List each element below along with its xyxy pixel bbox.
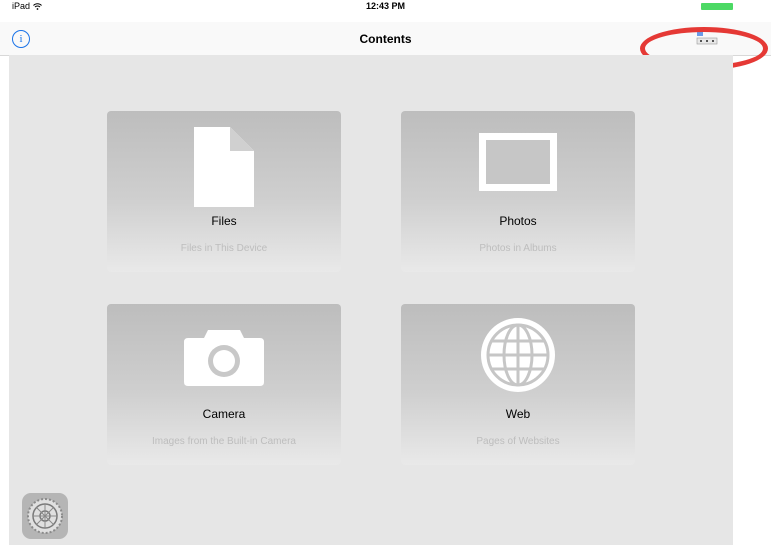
photos-subtitle: Photos in Albums [479,243,557,254]
files-title: Files [211,214,237,228]
document-icon [107,127,341,207]
photos-title: Photos [499,214,537,228]
files-subtitle: Files in This Device [180,243,268,254]
settings-button[interactable] [22,493,68,539]
web-subtitle: Pages of Websites [476,436,560,447]
photo-frame-icon [401,133,635,191]
web-card[interactable]: Web Pages of Websites [401,304,635,465]
camera-title: Camera [202,407,246,421]
files-card[interactable]: Files Files in This Device [107,111,341,272]
battery-icon [701,3,733,10]
globe-icon [401,316,635,394]
camera-card[interactable]: Camera Images from the Built-in Camera [107,304,341,465]
main-content: Files Files in This Device Photos Photos… [9,55,733,545]
photos-card[interactable]: Photos Photos in Albums [401,111,635,272]
clock: 12:43 PM [365,1,406,11]
status-bar: iPad 12:43 PM [0,0,771,22]
gear-icon [27,498,63,534]
camera-subtitle: Images from the Built-in Camera [152,436,296,447]
web-title: Web [505,407,531,421]
camera-icon [107,326,341,386]
